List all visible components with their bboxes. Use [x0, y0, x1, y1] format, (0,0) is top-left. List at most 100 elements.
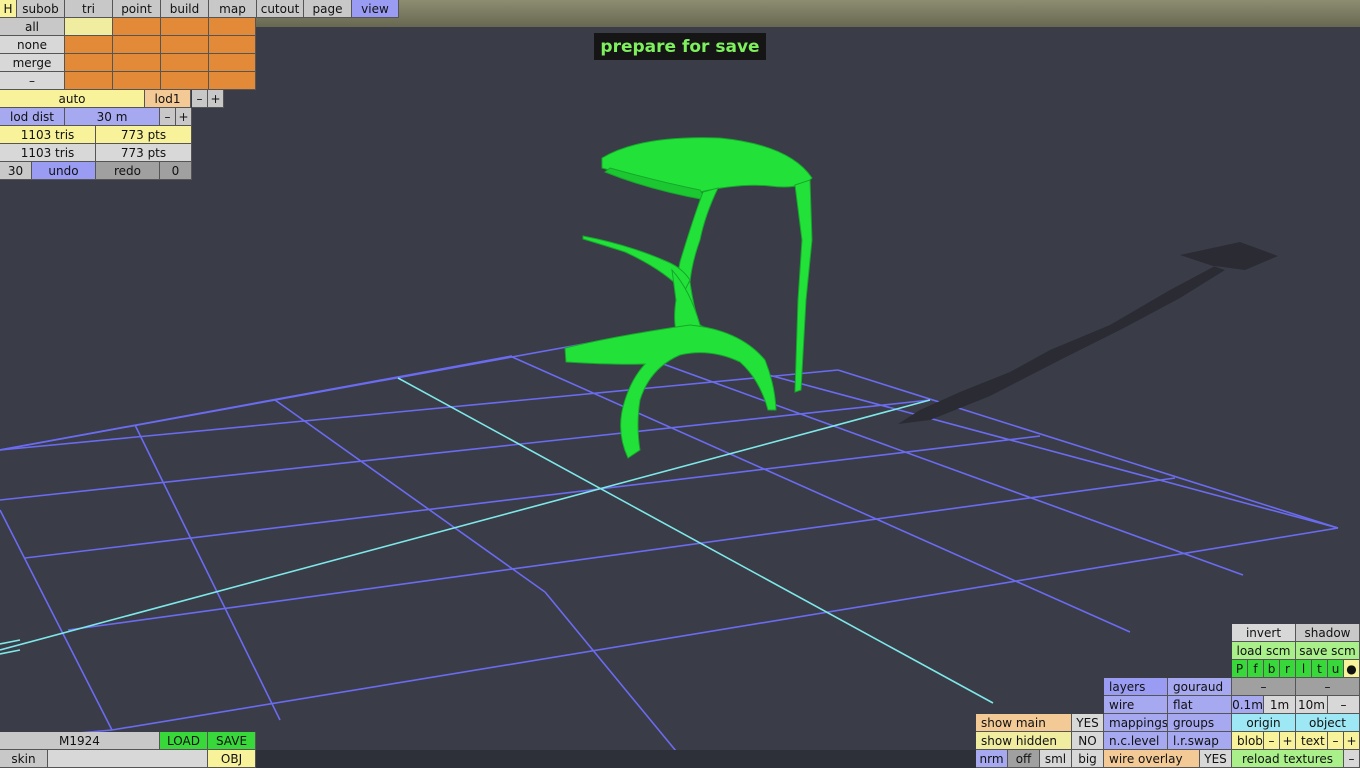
view-l-button[interactable]: l: [1296, 660, 1312, 678]
layer-slot[interactable]: [113, 54, 161, 72]
menu-tab-point[interactable]: point: [113, 0, 161, 18]
axis-lines: [0, 377, 994, 704]
groups-button[interactable]: groups: [1168, 714, 1232, 732]
menu-h-button[interactable]: H: [0, 0, 17, 18]
view-t-button[interactable]: t: [1312, 660, 1328, 678]
invert-button[interactable]: invert: [1232, 624, 1296, 642]
seat-model: [564, 137, 813, 459]
normals-small-button[interactable]: sml: [1040, 750, 1072, 768]
view-u-button[interactable]: u: [1328, 660, 1344, 678]
blob-plus-button[interactable]: +: [1280, 732, 1296, 750]
grid-minus-button[interactable]: –: [1328, 696, 1360, 714]
lod-dist-minus-button[interactable]: –: [160, 108, 176, 126]
layer-slot[interactable]: [113, 36, 161, 54]
layer-slot[interactable]: [209, 72, 256, 90]
view-b-button[interactable]: b: [1264, 660, 1280, 678]
layer-slot[interactable]: [161, 54, 209, 72]
tri-count: 1103 tris: [0, 126, 96, 144]
layer-slot[interactable]: [65, 54, 113, 72]
blob-button[interactable]: blob: [1232, 732, 1264, 750]
wire-overlay-value[interactable]: YES: [1200, 750, 1232, 768]
menu-tab-page[interactable]: page: [304, 0, 352, 18]
dash-button-1[interactable]: –: [1232, 678, 1296, 696]
load-scm-button[interactable]: load scm: [1232, 642, 1296, 660]
lod-plus-button[interactable]: +: [208, 90, 224, 108]
redo-count: 0: [160, 162, 192, 180]
layer-slot[interactable]: [161, 18, 209, 36]
lod-dist-plus-button[interactable]: +: [176, 108, 192, 126]
status-banner: prepare for save: [594, 33, 766, 60]
reload-textures-button[interactable]: reload textures: [1232, 750, 1344, 768]
mappings-button[interactable]: mappings: [1104, 714, 1168, 732]
redo-button[interactable]: redo: [96, 162, 160, 180]
lod-dist-value[interactable]: 30 m: [65, 108, 160, 126]
show-hidden-label[interactable]: show hidden: [976, 732, 1072, 750]
text-minus-button[interactable]: –: [1328, 732, 1344, 750]
blob-minus-button[interactable]: –: [1264, 732, 1280, 750]
shadow-button[interactable]: shadow: [1296, 624, 1360, 642]
normals-big-button[interactable]: big: [1072, 750, 1104, 768]
lr-swap-button[interactable]: l.r.swap: [1168, 732, 1232, 750]
undo-button[interactable]: undo: [32, 162, 96, 180]
lod-auto-button[interactable]: auto: [0, 90, 145, 108]
text-plus-button[interactable]: +: [1344, 732, 1360, 750]
select-minus-button[interactable]: –: [0, 72, 65, 90]
layer-slot[interactable]: [65, 18, 113, 36]
save-scm-button[interactable]: save scm: [1296, 642, 1360, 660]
layer-slot[interactable]: [161, 72, 209, 90]
show-main-label[interactable]: show main: [976, 714, 1072, 732]
layer-slot[interactable]: [209, 54, 256, 72]
layer-slot[interactable]: [65, 36, 113, 54]
select-all-button[interactable]: all: [0, 18, 65, 36]
grid-1m-button[interactable]: 1m: [1264, 696, 1296, 714]
lod-dist-label: lod dist: [0, 108, 65, 126]
total-point-count: 773 pts: [96, 144, 192, 162]
text-button[interactable]: text: [1296, 732, 1328, 750]
model-name-field[interactable]: M1924: [0, 732, 160, 750]
flat-button[interactable]: flat: [1168, 696, 1232, 714]
show-hidden-value[interactable]: NO: [1072, 732, 1104, 750]
layer-slot[interactable]: [209, 18, 256, 36]
lod-select-button[interactable]: lod1: [145, 90, 191, 108]
view-r-button[interactable]: r: [1280, 660, 1296, 678]
layer-slot[interactable]: [161, 36, 209, 54]
menu-tab-cutout[interactable]: cutout: [257, 0, 304, 18]
menu-tab-map[interactable]: map: [209, 0, 257, 18]
menu-tab-subob[interactable]: subob: [17, 0, 65, 18]
menu-tab-view[interactable]: view: [352, 0, 399, 18]
view-p-button[interactable]: P: [1232, 660, 1248, 678]
wire-overlay-button[interactable]: wire overlay: [1104, 750, 1200, 768]
select-none-button[interactable]: none: [0, 36, 65, 54]
grid-10m-button[interactable]: 10m: [1296, 696, 1328, 714]
menu-tab-tri[interactable]: tri: [65, 0, 113, 18]
nc-level-button[interactable]: n.c.level: [1104, 732, 1168, 750]
layer-slot[interactable]: [113, 18, 161, 36]
viewport-3d[interactable]: [0, 0, 1360, 768]
layer-slot[interactable]: [65, 72, 113, 90]
save-button[interactable]: SAVE: [208, 732, 256, 750]
view-f-button[interactable]: f: [1248, 660, 1264, 678]
layer-slot[interactable]: [113, 72, 161, 90]
reload-minus-button[interactable]: –: [1344, 750, 1360, 768]
grid-0.1m-button[interactable]: 0.1m: [1232, 696, 1264, 714]
bottom-bar: [256, 750, 976, 768]
model-shadow: [898, 242, 1278, 424]
object-button[interactable]: object: [1296, 714, 1360, 732]
layers-button[interactable]: layers: [1104, 678, 1168, 696]
load-button[interactable]: LOAD: [160, 732, 208, 750]
menu-tab-build[interactable]: build: [161, 0, 209, 18]
dot-icon[interactable]: ●: [1344, 660, 1360, 678]
normals-off-button[interactable]: off: [1008, 750, 1040, 768]
show-main-value[interactable]: YES: [1072, 714, 1104, 732]
skin-button[interactable]: skin: [0, 750, 48, 768]
skin-field[interactable]: [48, 750, 208, 768]
merge-button[interactable]: merge: [0, 54, 65, 72]
dash-button-2[interactable]: –: [1296, 678, 1360, 696]
wire-button[interactable]: wire: [1104, 696, 1168, 714]
gouraud-button[interactable]: gouraud: [1168, 678, 1232, 696]
normals-button[interactable]: nrm: [976, 750, 1008, 768]
layer-slot[interactable]: [209, 36, 256, 54]
lod-minus-button[interactable]: –: [192, 90, 208, 108]
origin-button[interactable]: origin: [1232, 714, 1296, 732]
obj-button[interactable]: OBJ: [208, 750, 256, 768]
